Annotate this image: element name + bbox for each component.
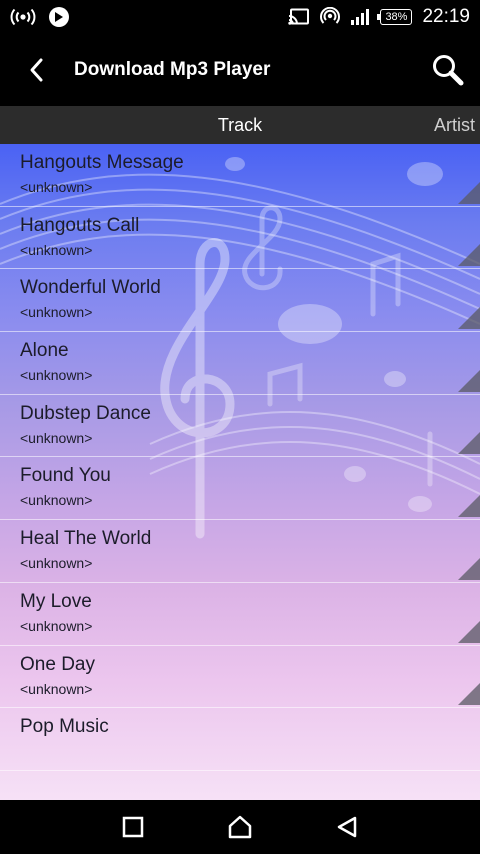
- page-title: Download Mp3 Player: [74, 59, 271, 80]
- app-bar: Download Mp3 Player: [0, 34, 480, 106]
- home-button[interactable]: [210, 800, 270, 854]
- row-menu-icon[interactable]: [458, 432, 480, 455]
- row-menu-icon[interactable]: [458, 557, 480, 580]
- track-artist: <unknown>: [20, 179, 93, 195]
- recents-button[interactable]: [103, 800, 163, 854]
- track-artist: <unknown>: [20, 555, 93, 572]
- row-menu-icon[interactable]: [458, 683, 480, 706]
- track-artist: <unknown>: [20, 617, 93, 634]
- track-title: Hangouts Call: [20, 214, 140, 236]
- recents-square-icon: [123, 816, 144, 838]
- track-list: Hangouts Message <unknown> Hangouts Call…: [0, 144, 480, 771]
- track-title: Dubstep Dance: [20, 402, 151, 424]
- track-list-area[interactable]: Hangouts Message <unknown> Hangouts Call…: [0, 144, 480, 800]
- track-title: Heal The World: [20, 528, 152, 550]
- back-button[interactable]: [0, 34, 74, 106]
- system-nav-bar: [0, 800, 480, 854]
- battery-icon: 38%: [377, 9, 413, 25]
- track-title: Found You: [20, 465, 111, 487]
- wireless-signal-icon: [10, 8, 36, 26]
- track-row[interactable]: Hangouts Message <unknown>: [0, 144, 480, 207]
- track-row[interactable]: Alone <unknown>: [0, 332, 480, 395]
- track-artist: <unknown>: [20, 367, 93, 384]
- search-icon: [433, 55, 464, 86]
- track-title: Pop Music: [20, 716, 109, 738]
- back-chevron-icon: [30, 58, 43, 82]
- track-title: One Day: [20, 653, 95, 675]
- track-artist: <unknown>: [20, 304, 93, 321]
- track-title: Wonderful World: [20, 277, 161, 299]
- row-menu-icon[interactable]: [458, 369, 480, 392]
- row-menu-icon[interactable]: [458, 495, 480, 518]
- home-icon: [228, 815, 252, 839]
- cell-signal-icon: [350, 8, 370, 26]
- tab-track[interactable]: Track: [200, 106, 280, 144]
- status-time: 22:19: [422, 6, 470, 27]
- track-row[interactable]: Pop Music: [0, 708, 480, 771]
- hotspot-icon: [320, 7, 341, 27]
- track-artist: <unknown>: [20, 492, 93, 509]
- track-row[interactable]: My Love <unknown>: [0, 583, 480, 646]
- status-bar: 38% 22:19: [0, 0, 480, 34]
- cast-icon: [288, 8, 310, 26]
- track-row[interactable]: Wonderful World <unknown>: [0, 269, 480, 333]
- track-row[interactable]: One Day <unknown>: [0, 646, 480, 709]
- search-button[interactable]: [416, 34, 480, 106]
- row-menu-icon[interactable]: [458, 307, 480, 330]
- track-artist: <unknown>: [20, 241, 93, 258]
- tab-artist[interactable]: Artist: [434, 106, 475, 144]
- track-artist: <unknown>: [20, 429, 93, 446]
- track-row[interactable]: Hangouts Call <unknown>: [0, 207, 480, 270]
- track-title: My Love: [20, 590, 92, 612]
- back-triangle-icon: [337, 816, 356, 838]
- nav-back-button[interactable]: [317, 800, 377, 854]
- track-row[interactable]: Heal The World <unknown>: [0, 520, 480, 583]
- tab-bar: Track Artist: [0, 106, 480, 144]
- track-artist: <unknown>: [20, 680, 93, 697]
- row-menu-icon[interactable]: [458, 244, 480, 267]
- row-menu-icon[interactable]: [458, 620, 480, 643]
- track-row[interactable]: Found You <unknown>: [0, 457, 480, 521]
- row-menu-icon[interactable]: [458, 181, 480, 204]
- screen: 38% 22:19 Download Mp3 Player Track Arti…: [0, 0, 480, 854]
- track-row[interactable]: Dubstep Dance <unknown>: [0, 395, 480, 458]
- track-title: Hangouts Message: [20, 152, 184, 173]
- track-title: Alone: [20, 340, 69, 362]
- notification-app-icon: [48, 6, 70, 28]
